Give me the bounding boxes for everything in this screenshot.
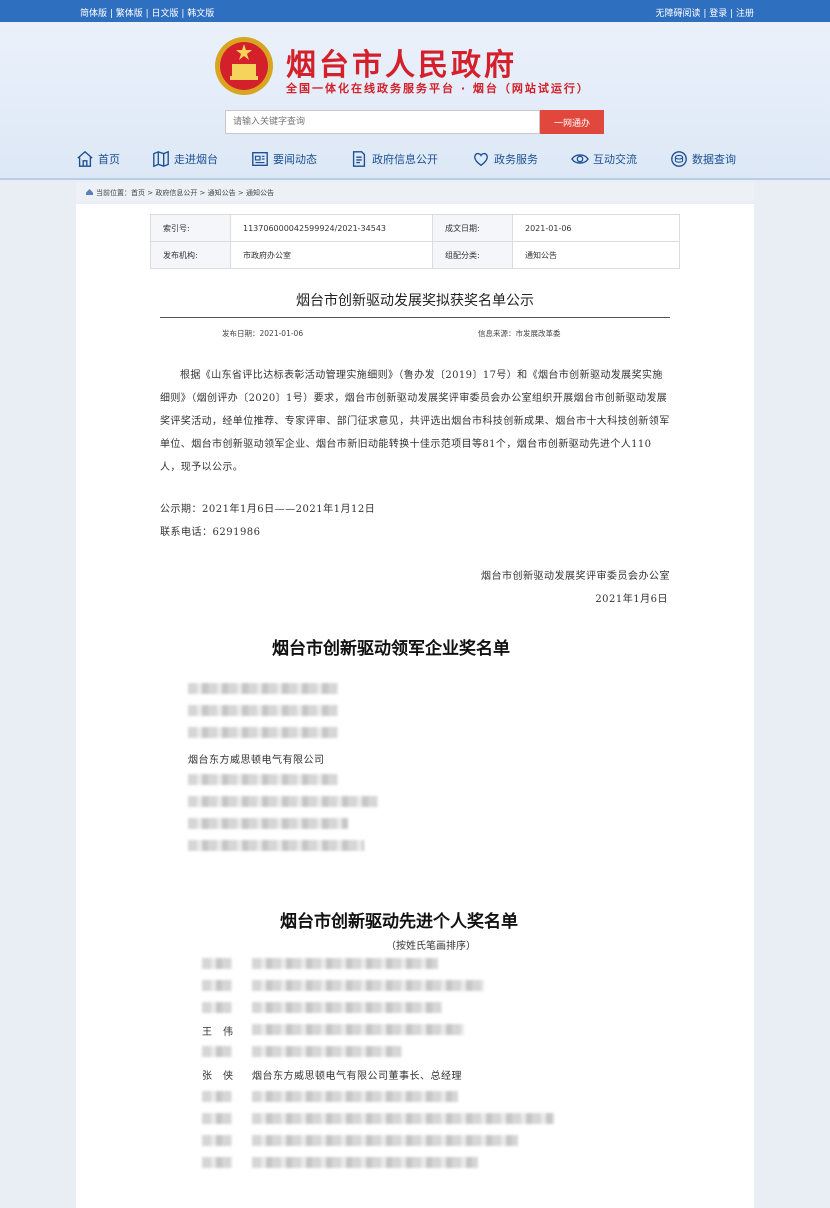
- nav-label: 互动交流: [593, 153, 637, 166]
- section-title-individuals: 烟台市创新驱动先进个人奖名单: [280, 912, 518, 932]
- eye-icon: [571, 154, 589, 164]
- redacted-name: [202, 1157, 232, 1168]
- breadcrumb-text[interactable]: 当前位置：首页 > 政府信息公开 > 通知公告 > 通知公告: [96, 189, 274, 197]
- redacted-name: [202, 1135, 232, 1146]
- nav-item-news[interactable]: 要闻动态: [251, 146, 317, 172]
- nav-label: 数据查询: [692, 153, 736, 166]
- redacted-line: [188, 796, 378, 807]
- redacted-name: [202, 1091, 232, 1102]
- redacted-name: [202, 958, 232, 969]
- redacted-line: [252, 1113, 554, 1124]
- person-name: 王 伟: [202, 1027, 234, 1038]
- nav-label: 要闻动态: [273, 153, 317, 166]
- news-icon: [252, 152, 268, 166]
- redacted-name: [202, 1002, 232, 1013]
- category-value: 通知公告: [512, 241, 680, 269]
- site-subtitle: 全国一体化在线政务服务平台 · 烟台（网站试运行）: [286, 82, 590, 95]
- map-icon: [153, 150, 169, 168]
- accessibility-links[interactable]: 无障碍阅读 | 登录 | 注册: [655, 6, 754, 19]
- redacted-line: [252, 980, 484, 991]
- redacted-line: [252, 1046, 402, 1057]
- person-title: 烟台东方威思顿电气有限公司董事长、总经理: [252, 1071, 462, 1082]
- nav-item-info-disclosure[interactable]: 政府信息公开: [350, 146, 438, 172]
- redacted-line: [252, 1024, 464, 1035]
- notice-period: 公示期：2021年1月6日——2021年1月12日: [160, 504, 376, 515]
- redacted-line: [252, 1002, 442, 1013]
- redacted-line: [188, 818, 348, 829]
- redacted-line: [188, 774, 338, 785]
- nav-label: 走进烟台: [174, 153, 218, 166]
- breadcrumb: 当前位置：首页 > 政府信息公开 > 通知公告 > 通知公告: [76, 182, 754, 202]
- redacted-line: [252, 1157, 478, 1168]
- contact-phone: 联系电话：6291986: [160, 527, 261, 538]
- nav-item-interaction[interactable]: 互动交流: [571, 146, 637, 172]
- date-value: 2021-01-06: [512, 214, 680, 242]
- redacted-line: [252, 1135, 518, 1146]
- person-name: 张 侠: [202, 1071, 234, 1082]
- signer: 烟台市创新驱动发展奖评审委员会办公室: [481, 571, 670, 582]
- redacted-line: [188, 840, 364, 851]
- redacted-line: [252, 958, 438, 969]
- redacted-name: [202, 1113, 232, 1124]
- database-icon: [671, 151, 687, 167]
- nav-item-home[interactable]: 首页: [76, 146, 120, 172]
- redacted-line: [188, 727, 338, 738]
- redacted-name: [202, 1046, 232, 1057]
- enterprise-name: 烟台东方威思顿电气有限公司: [188, 755, 325, 766]
- heart-hand-icon: [474, 152, 488, 167]
- search-input[interactable]: [225, 110, 540, 134]
- nav-item-services[interactable]: 政务服务: [472, 146, 538, 172]
- language-links[interactable]: 简体版 | 繁体版 | 日文版 | 韩文版: [80, 6, 214, 19]
- date-label: 成文日期:: [432, 214, 513, 242]
- site-title: 烟台市人民政府: [286, 48, 517, 83]
- title-divider: [160, 317, 670, 318]
- one-stop-service-button[interactable]: 一网通办: [540, 110, 604, 134]
- document-body: 根据《山东省评比达标表彰活动管理实施细则》（鲁办发〔2019〕17号）和《烟台市…: [160, 370, 670, 473]
- content-panel: [76, 204, 754, 1208]
- nav-label: 政务服务: [494, 153, 538, 166]
- nav-item-data[interactable]: 数据查询: [670, 146, 736, 172]
- info-source: 信息来源：市发展改革委: [478, 329, 561, 338]
- redacted-line: [188, 683, 338, 694]
- sign-date: 2021年1月6日: [595, 594, 668, 605]
- document-title: 烟台市创新驱动发展奖拟获奖名单公示: [296, 293, 534, 309]
- redacted-line: [252, 1091, 458, 1102]
- section-title-enterprises: 烟台市创新驱动领军企业奖名单: [272, 639, 510, 659]
- home-icon: [77, 150, 93, 167]
- org-label: 发布机构:: [150, 241, 231, 269]
- sort-note: （按姓氏笔画排序）: [386, 941, 476, 952]
- site-header: 烟台市人民政府 全国一体化在线政务服务平台 · 烟台（网站试运行） 一网通办 首…: [0, 22, 830, 180]
- redacted-line: [188, 705, 338, 716]
- main-nav: 首页 走进烟台 要闻动态 政府信息公开 政务服务 互动交流 数据查询: [0, 146, 830, 174]
- index-label: 索引号:: [150, 214, 231, 242]
- top-bar: 简体版 | 繁体版 | 日文版 | 韩文版 无障碍阅读 | 登录 | 注册: [0, 0, 830, 22]
- org-value: 市政府办公室: [230, 241, 433, 269]
- index-value: 113706000042599924/2021-34543: [230, 214, 433, 242]
- home-icon: [86, 189, 93, 195]
- category-label: 组配分类:: [432, 241, 513, 269]
- nav-label: 首页: [98, 153, 120, 166]
- national-emblem-icon: [215, 37, 273, 95]
- publish-date: 发布日期：2021-01-06: [222, 329, 304, 338]
- document-icon: [352, 151, 366, 167]
- nav-label: 政府信息公开: [372, 153, 438, 166]
- redacted-name: [202, 980, 232, 991]
- nav-item-about[interactable]: 走进烟台: [152, 146, 218, 172]
- document-meta-table: 索引号: 113706000042599924/2021-34543 成文日期:…: [150, 214, 680, 269]
